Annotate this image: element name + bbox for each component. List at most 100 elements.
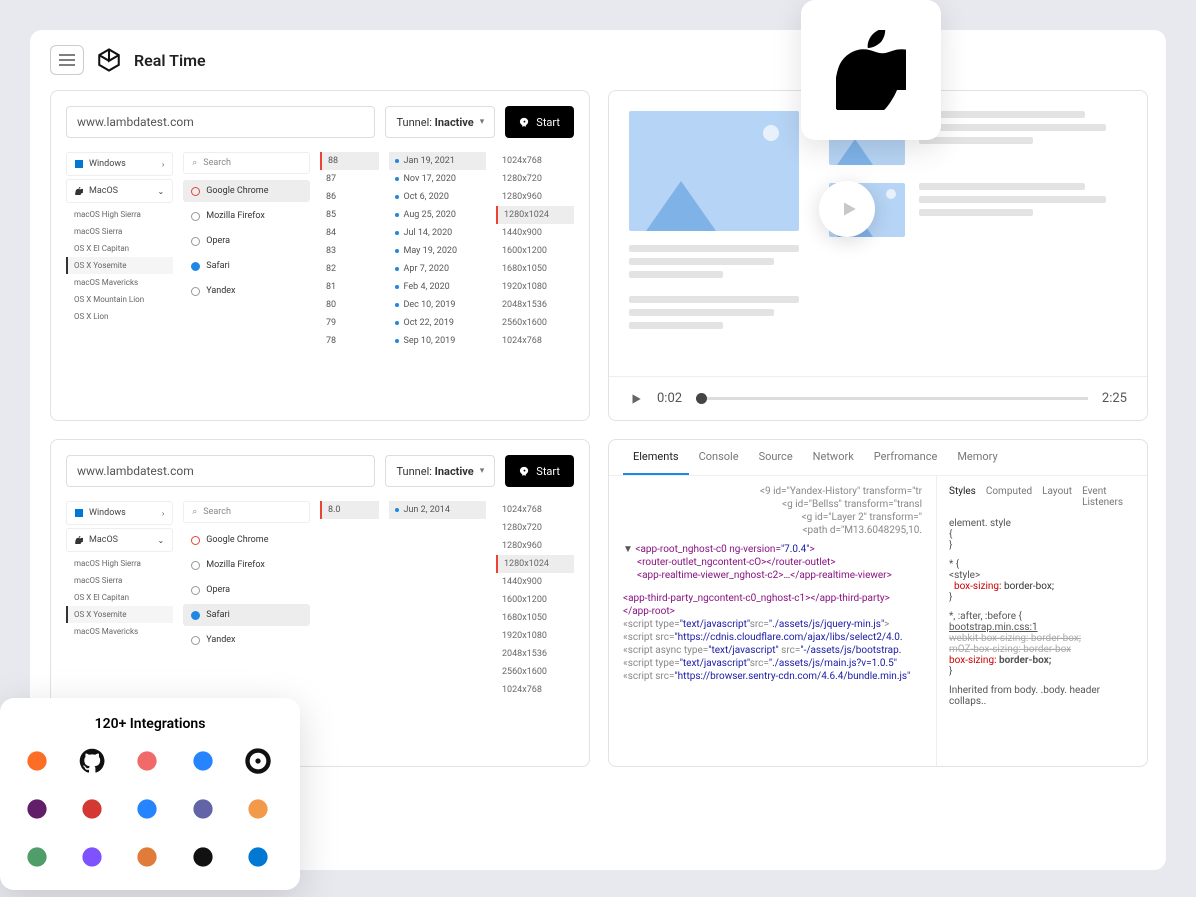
browser-item[interactable]: Yandex bbox=[183, 629, 310, 651]
date-item[interactable]: Feb 4, 2020 bbox=[389, 278, 487, 296]
resolution-item[interactable]: 1024x768 bbox=[496, 681, 574, 699]
browser-item[interactable]: Mozilla Firefox bbox=[183, 554, 310, 576]
os-windows[interactable]: Windows› bbox=[66, 152, 173, 176]
browser-item[interactable]: Google Chrome bbox=[183, 529, 310, 551]
version-item[interactable]: 83 bbox=[320, 242, 379, 260]
devtools-tab[interactable]: Memory bbox=[947, 440, 1007, 475]
resolution-item[interactable]: 1600x1200 bbox=[496, 591, 574, 609]
resolution-item[interactable]: 1920x1080 bbox=[496, 278, 574, 296]
os-windows[interactable]: Windows› bbox=[66, 501, 173, 525]
video-play-button[interactable] bbox=[819, 181, 875, 237]
tunnel-dropdown[interactable]: Tunnel: Inactive▾ bbox=[385, 455, 495, 487]
devtools-tab[interactable]: Network bbox=[803, 440, 864, 475]
os-macos[interactable]: MacOS⌄ bbox=[66, 179, 173, 203]
os-version-item[interactable]: macOS High Sierra bbox=[66, 555, 173, 572]
os-version-item[interactable]: OS X Yosemite bbox=[66, 257, 173, 274]
browser-item[interactable]: Safari bbox=[183, 255, 310, 277]
slack-icon[interactable] bbox=[22, 794, 52, 824]
tunnel-dropdown[interactable]: Tunnel: Inactive ▾ bbox=[385, 106, 495, 138]
date-item[interactable]: Jan 19, 2021 bbox=[389, 152, 487, 170]
tools-icon[interactable] bbox=[132, 842, 162, 872]
resolution-item[interactable]: 1024x768 bbox=[496, 501, 574, 519]
resolution-item[interactable]: 1600x1200 bbox=[496, 242, 574, 260]
date-item[interactable]: Nov 17, 2020 bbox=[389, 170, 487, 188]
os-version-item[interactable]: macOS Sierra bbox=[66, 223, 173, 240]
devtools-tab[interactable]: Console bbox=[689, 440, 749, 475]
resolution-item[interactable]: 1280x960 bbox=[496, 537, 574, 555]
version-item[interactable]: 78 bbox=[320, 332, 379, 350]
menu-button[interactable] bbox=[50, 45, 84, 75]
resolution-item[interactable]: 1024x768 bbox=[496, 152, 574, 170]
os-version-item[interactable]: OS X El Capitan bbox=[66, 589, 173, 606]
resolution-item[interactable]: 1280x720 bbox=[496, 170, 574, 188]
resolution-item[interactable]: 1920x1080 bbox=[496, 627, 574, 645]
devtools-subtab[interactable]: Computed bbox=[986, 486, 1032, 508]
browser-item[interactable]: Google Chrome bbox=[183, 180, 310, 202]
version-item[interactable]: 8.0 bbox=[320, 501, 379, 519]
os-version-item[interactable]: macOS High Sierra bbox=[66, 206, 173, 223]
resolution-item[interactable]: 2048x1536 bbox=[496, 296, 574, 314]
version-item[interactable]: 81 bbox=[320, 278, 379, 296]
devtools-tab[interactable]: Perfromance bbox=[864, 440, 948, 475]
github-icon[interactable] bbox=[77, 746, 107, 776]
devtools-subtab[interactable]: Styles bbox=[949, 486, 976, 508]
browser-item[interactable]: Opera bbox=[183, 579, 310, 601]
devtools-styles[interactable]: StylesComputedLayoutEvent Listeners elem… bbox=[937, 476, 1147, 766]
jira-icon[interactable] bbox=[132, 794, 162, 824]
resolution-item[interactable]: 1440x900 bbox=[496, 573, 574, 591]
browser-search[interactable]: ⌕Search bbox=[183, 501, 310, 523]
browser-item[interactable]: Opera bbox=[183, 230, 310, 252]
url-input[interactable] bbox=[66, 455, 375, 487]
resolution-item[interactable]: 1440x900 bbox=[496, 224, 574, 242]
sentry-icon[interactable] bbox=[188, 842, 218, 872]
os-version-item[interactable]: macOS Mavericks bbox=[66, 623, 173, 640]
resolution-item[interactable]: 1680x1050 bbox=[496, 609, 574, 627]
devtools-elements[interactable]: <9 id="Yandex-History" transform="tr <g … bbox=[609, 476, 937, 766]
version-item[interactable]: 84 bbox=[320, 224, 379, 242]
url-input[interactable] bbox=[66, 106, 375, 138]
version-item[interactable]: 88 bbox=[320, 152, 379, 170]
os-version-item[interactable]: OS X Lion bbox=[66, 308, 173, 325]
asana-icon[interactable] bbox=[132, 746, 162, 776]
os-version-item[interactable]: macOS Mavericks bbox=[66, 274, 173, 291]
os-version-item[interactable]: OS X Mountain Lion bbox=[66, 291, 173, 308]
date-item[interactable]: Sep 10, 2019 bbox=[389, 332, 487, 350]
play-small-icon[interactable] bbox=[629, 392, 643, 406]
os-version-item[interactable]: OS X Yosemite bbox=[66, 606, 173, 623]
date-item[interactable]: Jul 14, 2020 bbox=[389, 224, 487, 242]
kotlin-icon[interactable] bbox=[77, 842, 107, 872]
resolution-item[interactable]: 1280x960 bbox=[496, 188, 574, 206]
os-macos[interactable]: MacOS⌄ bbox=[66, 528, 173, 552]
resolution-item[interactable]: 1280x1024 bbox=[496, 555, 574, 573]
date-item[interactable]: Apr 7, 2020 bbox=[389, 260, 487, 278]
date-item[interactable]: Dec 10, 2019 bbox=[389, 296, 487, 314]
devtools-subtab[interactable]: Layout bbox=[1042, 486, 1072, 508]
version-item[interactable]: 85 bbox=[320, 206, 379, 224]
teams-icon[interactable] bbox=[188, 794, 218, 824]
resolution-item[interactable]: 1280x1024 bbox=[496, 206, 574, 224]
browser-item[interactable]: Yandex bbox=[183, 280, 310, 302]
chat-icon[interactable] bbox=[243, 794, 273, 824]
gear-icon[interactable] bbox=[22, 842, 52, 872]
browser-item[interactable]: Safari bbox=[183, 604, 310, 626]
azure-icon[interactable] bbox=[243, 842, 273, 872]
version-item[interactable]: 82 bbox=[320, 260, 379, 278]
version-item[interactable]: 87 bbox=[320, 170, 379, 188]
date-item[interactable]: Aug 25, 2020 bbox=[389, 206, 487, 224]
devtools-tab[interactable]: Elements bbox=[623, 440, 689, 475]
gitlab-icon[interactable] bbox=[22, 746, 52, 776]
date-item[interactable]: Oct 6, 2020 bbox=[389, 188, 487, 206]
devtools-subtab[interactable]: Event Listeners bbox=[1082, 486, 1135, 508]
resolution-item[interactable]: 1024x768 bbox=[496, 332, 574, 350]
resolution-item[interactable]: 1280x720 bbox=[496, 519, 574, 537]
version-item[interactable]: 80 bbox=[320, 296, 379, 314]
os-version-item[interactable]: OS X El Capitan bbox=[66, 240, 173, 257]
start-button[interactable]: Start bbox=[505, 106, 574, 138]
circleci-icon[interactable] bbox=[243, 746, 273, 776]
date-item[interactable]: Jun 2, 2014 bbox=[389, 501, 487, 519]
date-item[interactable]: May 19, 2020 bbox=[389, 242, 487, 260]
resolution-item[interactable]: 2048x1536 bbox=[496, 645, 574, 663]
os-version-item[interactable]: macOS Sierra bbox=[66, 572, 173, 589]
browser-item[interactable]: Mozilla Firefox bbox=[183, 205, 310, 227]
browser-search[interactable]: ⌕Search bbox=[183, 152, 310, 174]
